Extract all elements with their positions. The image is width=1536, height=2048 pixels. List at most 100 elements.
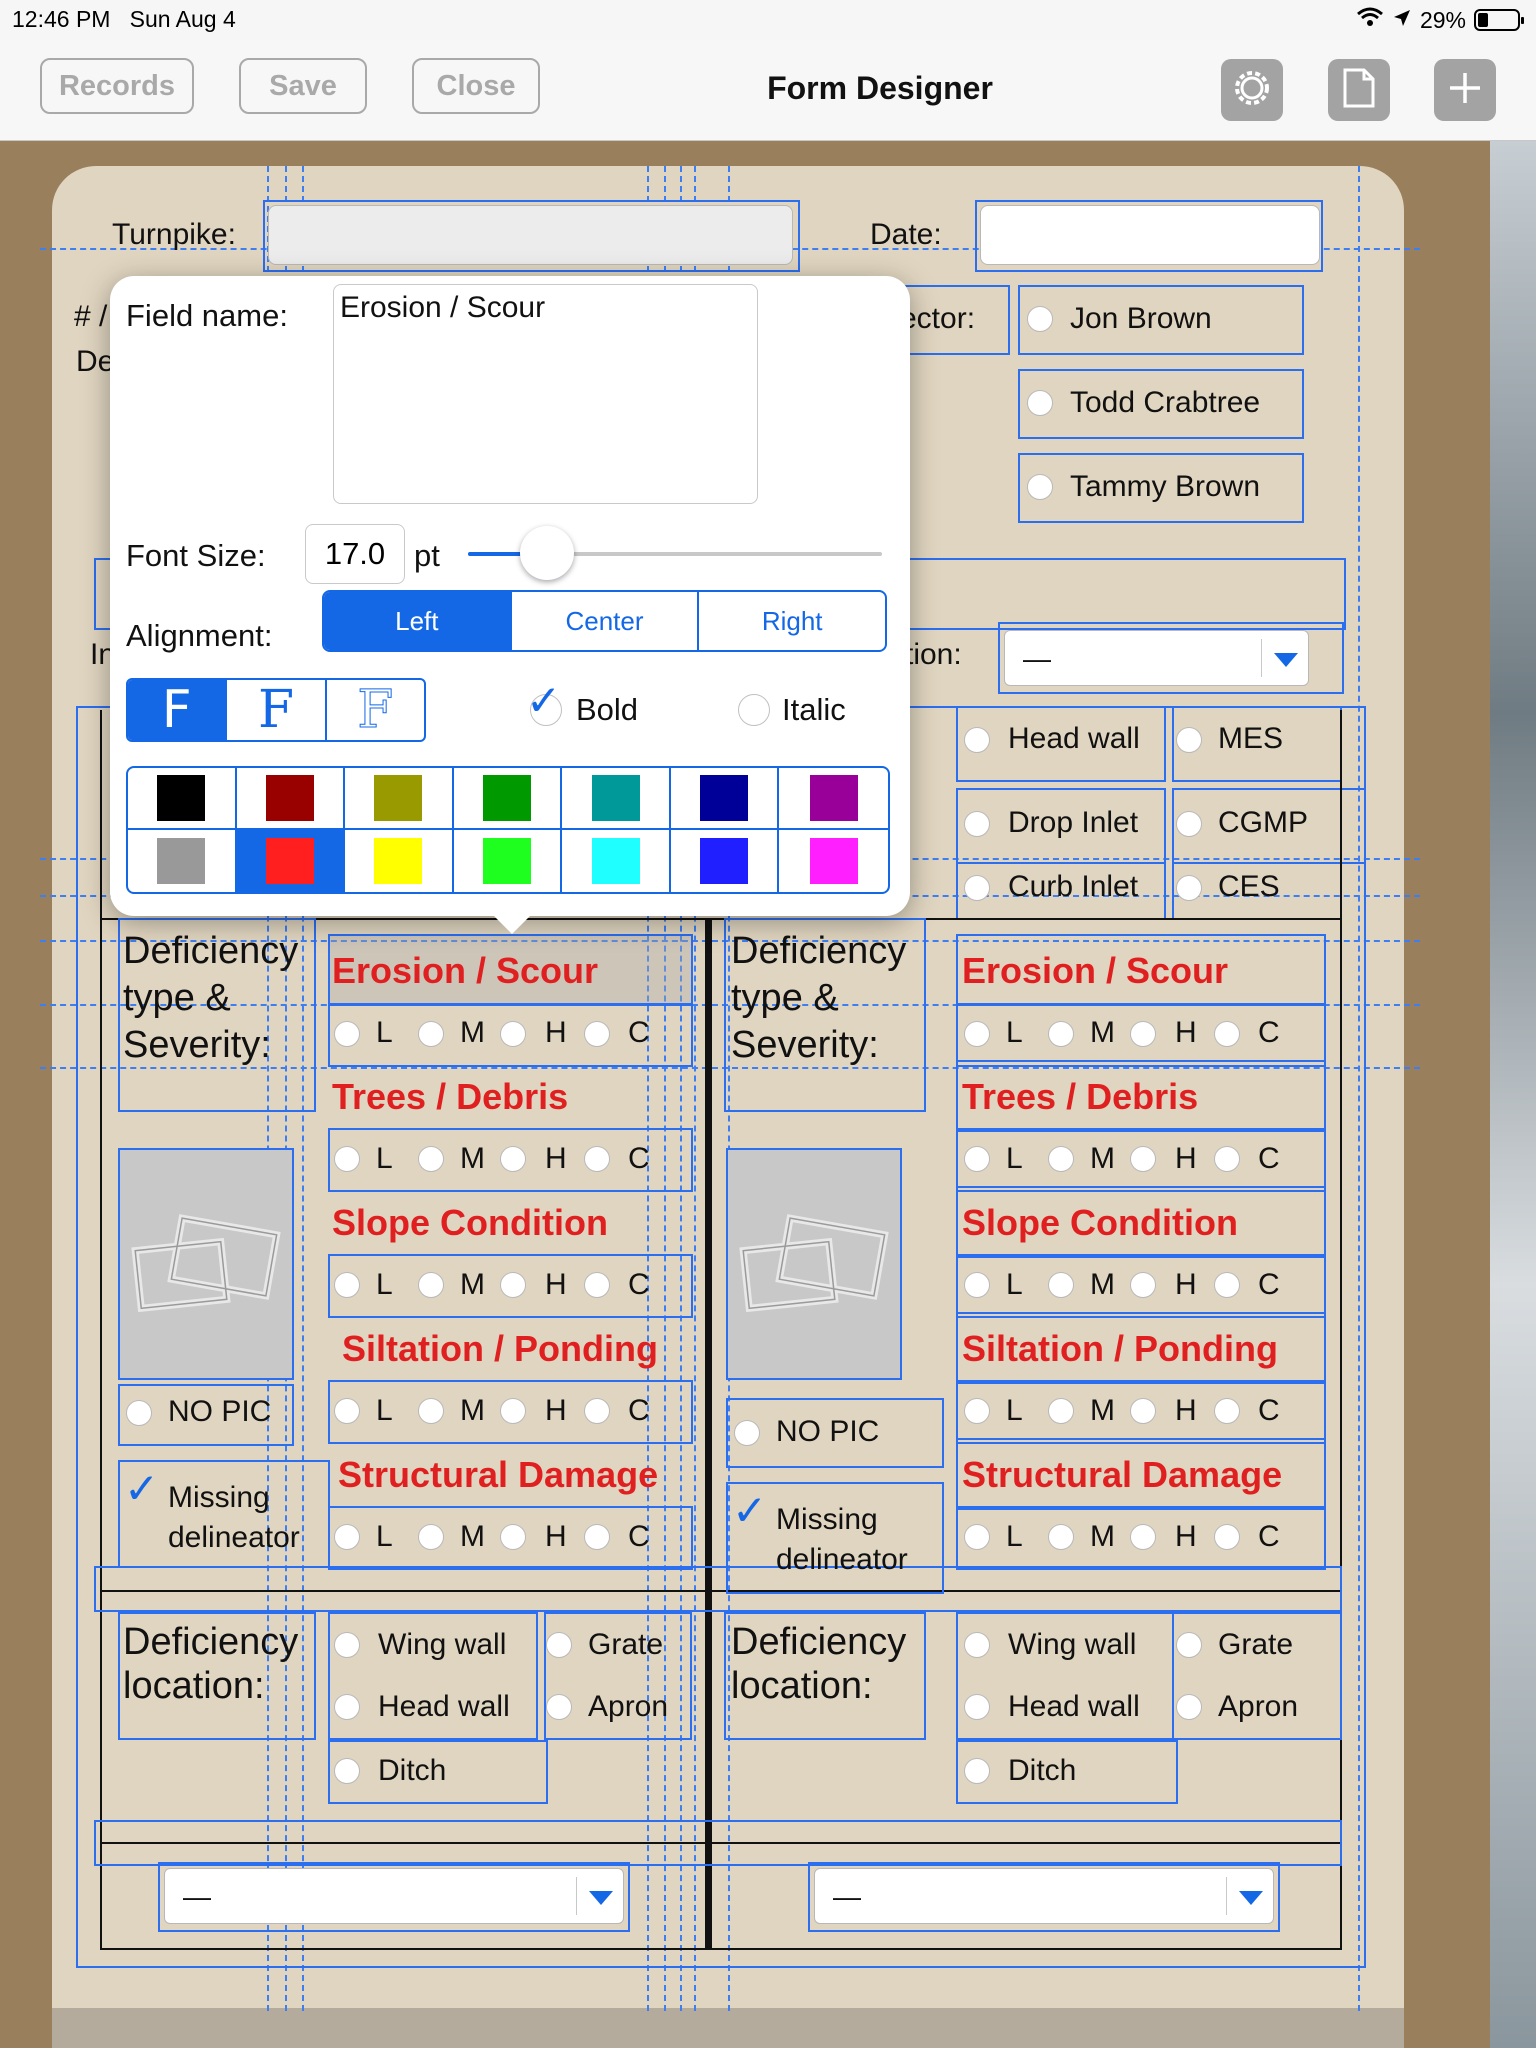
location-checkbox[interactable] [1176,1632,1202,1658]
deficiency-trees[interactable]: Trees / Debris [332,1076,568,1118]
font-outline-option[interactable]: F [327,680,424,740]
severity-checkbox[interactable] [334,1021,360,1047]
severity-checkbox[interactable] [1214,1146,1240,1172]
color-swatch[interactable] [453,768,563,830]
severity-checkbox[interactable] [418,1021,444,1047]
deficiency-structural[interactable]: Structural Damage [962,1454,1282,1496]
location-checkbox[interactable] [334,1694,360,1720]
location-select[interactable]: — [1004,630,1309,686]
severity-checkbox[interactable] [1130,1021,1156,1047]
date-field[interactable] [980,205,1320,265]
severity-checkbox[interactable] [1214,1021,1240,1047]
location-checkbox[interactable] [546,1632,572,1658]
color-swatch[interactable] [779,768,888,830]
color-swatch[interactable] [562,768,671,830]
location-checkbox[interactable] [1176,1694,1202,1720]
color-swatch[interactable] [345,830,454,892]
severity-checkbox[interactable] [500,1021,526,1047]
severity-checkbox[interactable] [418,1524,444,1550]
right-bottom-select[interactable]: — [814,1868,1274,1924]
severity-checkbox[interactable] [1130,1398,1156,1424]
severity-checkbox[interactable] [418,1272,444,1298]
severity-checkbox[interactable] [1048,1021,1074,1047]
severity-checkbox[interactable] [584,1146,610,1172]
missing-delineator-check[interactable]: ✓ [732,1490,767,1532]
severity-checkbox[interactable] [964,1272,990,1298]
deficiency-slope[interactable]: Slope Condition [332,1202,608,1244]
severity-checkbox[interactable] [1214,1524,1240,1550]
severity-checkbox[interactable] [1048,1146,1074,1172]
structure-checkbox[interactable] [1176,727,1202,753]
new-document-button[interactable] [1328,59,1390,121]
severity-checkbox[interactable] [500,1524,526,1550]
align-center-option[interactable]: Center [512,592,700,650]
left-bottom-select[interactable]: — [164,1868,624,1924]
severity-checkbox[interactable] [1130,1524,1156,1550]
structure-checkbox[interactable] [964,811,990,837]
severity-checkbox[interactable] [1048,1398,1074,1424]
severity-checkbox[interactable] [500,1272,526,1298]
severity-checkbox[interactable] [500,1146,526,1172]
slider-thumb[interactable] [519,526,574,580]
color-swatch[interactable] [670,768,780,830]
color-swatch[interactable] [562,830,671,892]
font-sans-option[interactable]: F [128,680,228,740]
font-serif-option[interactable]: F [227,680,327,740]
structure-checkbox[interactable] [1176,811,1202,837]
deficiency-siltation[interactable]: Siltation / Ponding [342,1328,658,1370]
font-size-slider[interactable] [468,526,882,580]
color-swatch[interactable] [128,768,237,830]
inspector-checkbox[interactable] [1027,390,1053,416]
no-pic-checkbox[interactable] [126,1400,152,1426]
severity-checkbox[interactable] [1048,1524,1074,1550]
color-swatch[interactable] [345,768,454,830]
severity-checkbox[interactable] [418,1398,444,1424]
location-checkbox[interactable] [546,1694,572,1720]
severity-checkbox[interactable] [584,1398,610,1424]
deficiency-slope[interactable]: Slope Condition [962,1202,1238,1244]
severity-checkbox[interactable] [1048,1272,1074,1298]
add-button[interactable] [1434,59,1496,121]
severity-checkbox[interactable] [584,1524,610,1550]
severity-checkbox[interactable] [964,1146,990,1172]
severity-checkbox[interactable] [964,1524,990,1550]
field-name-input[interactable]: Erosion / Scour [333,284,758,504]
location-checkbox[interactable] [964,1632,990,1658]
deficiency-erosion[interactable]: Erosion / Scour [962,950,1228,992]
deficiency-erosion[interactable]: Erosion / Scour [332,950,598,992]
location-checkbox[interactable] [334,1632,360,1658]
photo-placeholder[interactable] [726,1148,902,1380]
align-left-option[interactable]: Left [324,592,512,650]
inspector-checkbox[interactable] [1027,306,1053,332]
structure-checkbox[interactable] [1176,875,1202,901]
color-swatch[interactable] [128,830,237,892]
severity-checkbox[interactable] [964,1398,990,1424]
missing-delineator-check[interactable]: ✓ [124,1468,159,1510]
structure-checkbox[interactable] [964,875,990,901]
location-checkbox[interactable] [964,1758,990,1784]
severity-checkbox[interactable] [1130,1146,1156,1172]
color-swatch[interactable] [454,830,563,892]
severity-checkbox[interactable] [418,1146,444,1172]
deficiency-trees[interactable]: Trees / Debris [962,1076,1198,1118]
settings-button[interactable] [1221,59,1283,121]
photo-placeholder[interactable] [118,1148,294,1380]
turnpike-field[interactable] [268,205,793,265]
location-checkbox[interactable] [964,1694,990,1720]
severity-checkbox[interactable] [334,1398,360,1424]
structure-checkbox[interactable] [964,727,990,753]
no-pic-checkbox[interactable] [734,1420,760,1446]
color-swatch[interactable] [671,830,780,892]
severity-checkbox[interactable] [334,1524,360,1550]
severity-checkbox[interactable] [500,1398,526,1424]
inspector-checkbox[interactable] [1027,474,1053,500]
severity-checkbox[interactable] [1214,1272,1240,1298]
severity-checkbox[interactable] [334,1146,360,1172]
location-checkbox[interactable] [334,1758,360,1784]
severity-checkbox[interactable] [334,1272,360,1298]
align-right-option[interactable]: Right [699,592,885,650]
color-swatch[interactable] [236,830,346,892]
deficiency-siltation[interactable]: Siltation / Ponding [962,1328,1278,1370]
severity-checkbox[interactable] [584,1272,610,1298]
severity-checkbox[interactable] [584,1021,610,1047]
